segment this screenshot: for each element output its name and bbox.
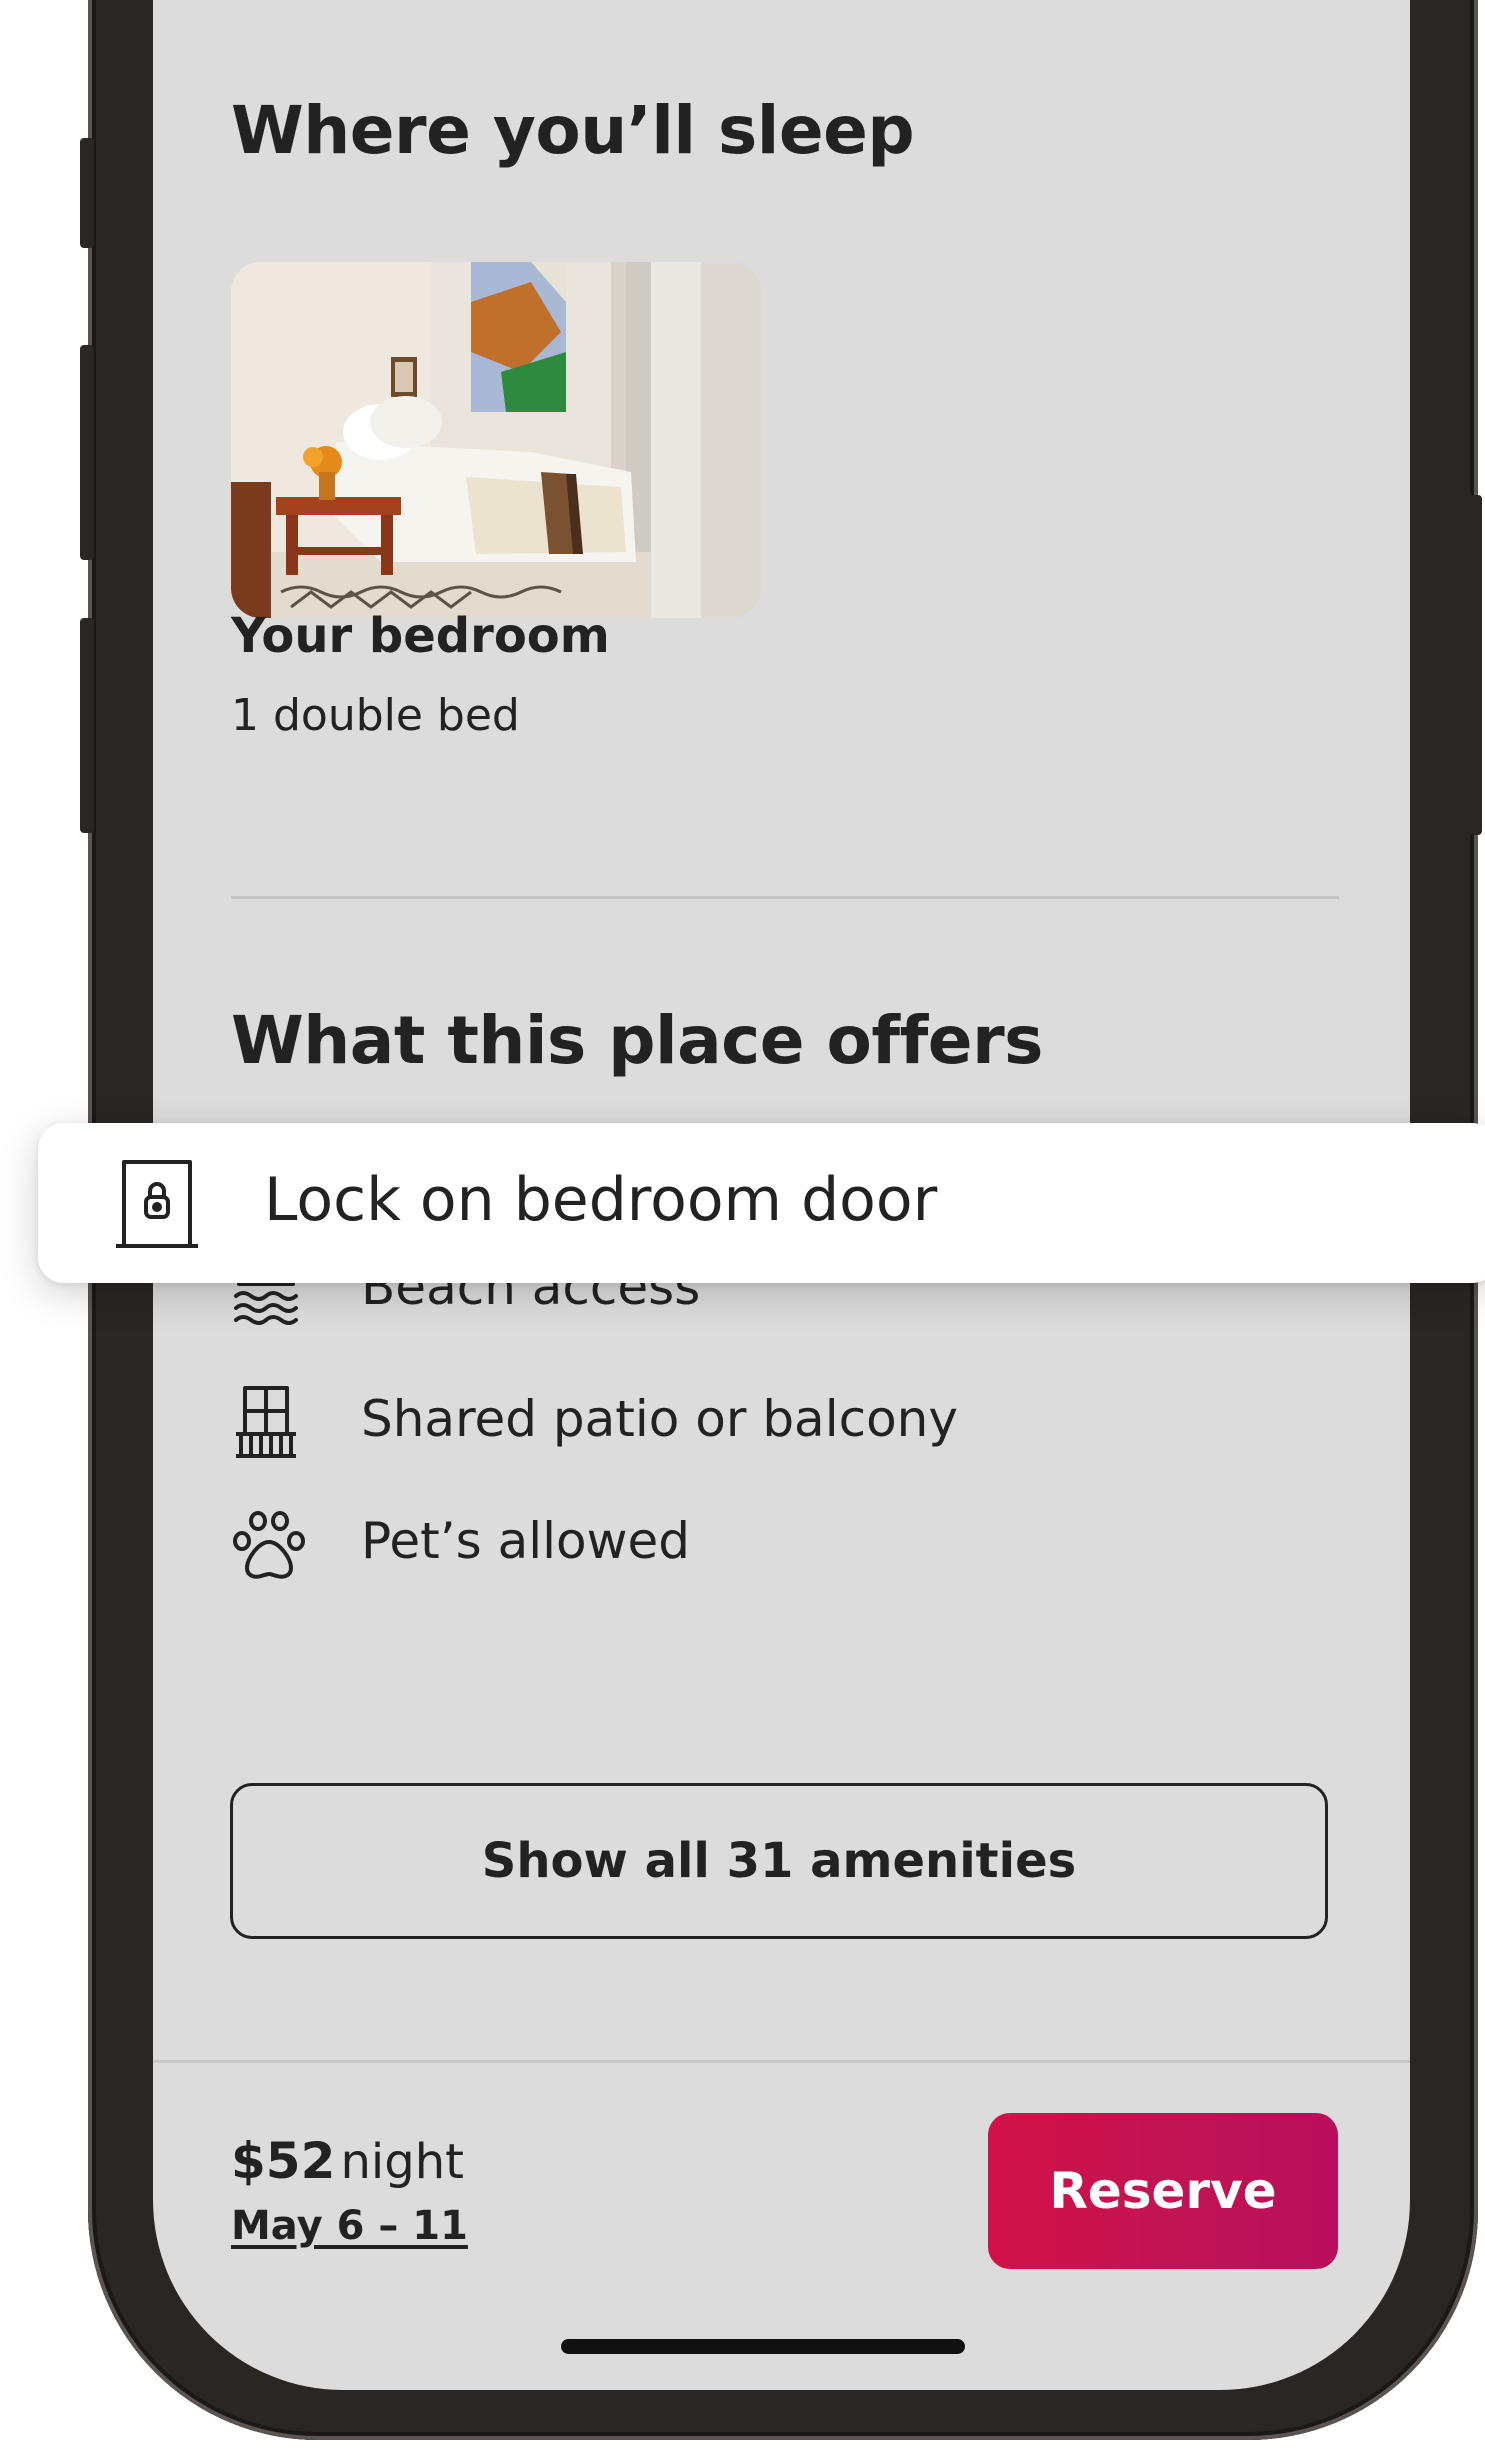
room-title: Your bedroom [231, 608, 610, 664]
amenity-label: Shared patio or balcony [361, 1390, 958, 1448]
price-unit: night [340, 2134, 464, 2190]
home-indicator[interactable] [561, 2339, 965, 2354]
booking-dates[interactable]: May 6 – 11 [231, 2203, 468, 2249]
price-line: $52 night [231, 2132, 464, 2190]
sleep-section-heading: Where you’ll sleep [231, 92, 915, 169]
highlighted-amenity-label: Lock on bedroom door [264, 1165, 938, 1235]
footer-divider [153, 2060, 1410, 2063]
bedroom-photo[interactable] [231, 262, 761, 618]
silent-switch [80, 138, 94, 248]
volume-down-button [80, 618, 94, 833]
highlighted-amenity-card: Lock on bedroom door [38, 1123, 1485, 1283]
amenity-item-pets: Pet’s allowed [231, 1508, 1131, 1598]
reserve-button[interactable]: Reserve [988, 2113, 1338, 2269]
balcony-icon [231, 1382, 301, 1466]
amenity-label: Pet’s allowed [361, 1512, 690, 1570]
amenity-item-balcony: Shared patio or balcony [231, 1382, 1231, 1472]
price-amount: $52 [231, 2132, 336, 2190]
lock-door-icon [116, 1159, 198, 1253]
power-button [1468, 495, 1482, 835]
section-divider [231, 896, 1339, 899]
volume-up-button [80, 345, 94, 560]
paw-icon [231, 1508, 307, 1588]
amenities-heading: What this place offers [231, 1002, 1043, 1079]
show-all-amenities-button[interactable]: Show all 31 amenities [230, 1783, 1328, 1939]
room-detail: 1 double bed [231, 690, 520, 741]
